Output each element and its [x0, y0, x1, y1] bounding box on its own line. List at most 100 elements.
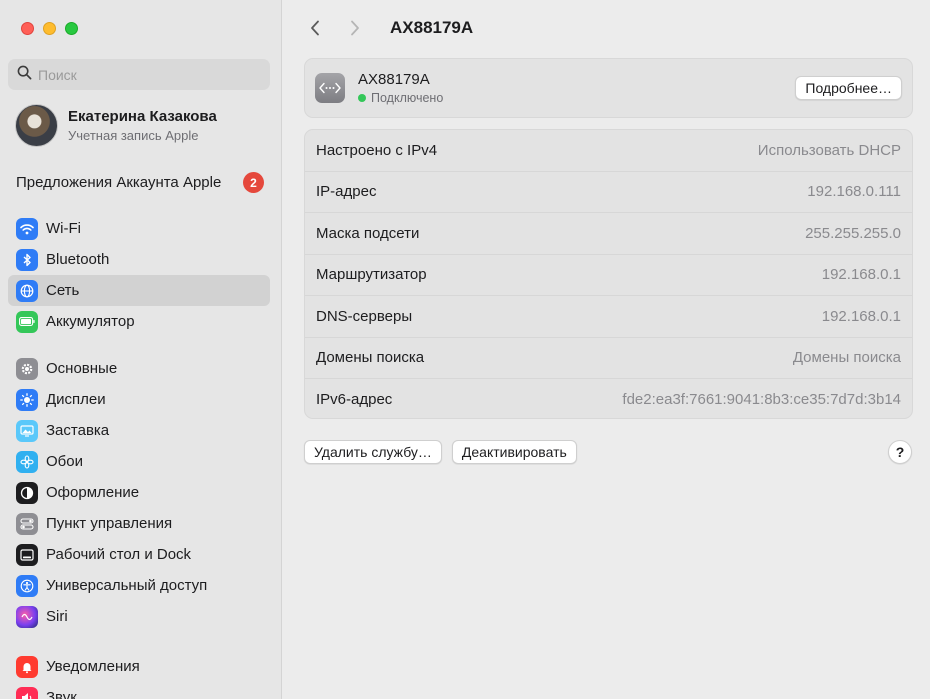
account-row[interactable]: Екатерина Казакова Учетная запись Apple	[15, 104, 217, 147]
sidebar-item-wifi[interactable]: Wi-Fi	[8, 213, 270, 244]
row-value: 192.168.0.1	[821, 266, 901, 284]
sidebar-item-label: Siri	[46, 608, 68, 625]
sidebar-item-notifications[interactable]: Уведомления	[8, 651, 270, 682]
sidebar-item-label: Универсальный доступ	[46, 577, 208, 594]
sidebar-item-label: Звук	[46, 689, 77, 699]
close-window-button[interactable]	[21, 22, 34, 35]
minimize-window-button[interactable]	[43, 22, 56, 35]
info-row-router: Маршрутизатор 192.168.0.1	[305, 255, 912, 296]
flower-icon	[16, 450, 38, 473]
row-value: 192.168.0.1	[821, 307, 901, 325]
account-suggestions-label: Предложения Аккаунта Apple	[16, 174, 222, 191]
sidebar-item-displays[interactable]: Дисплеи	[8, 384, 270, 415]
service-actions: Удалить службу… Деактивировать	[304, 440, 577, 464]
row-value: fde2:ea3f:7661:9041:8b3:ce35:7d7d:3b14	[622, 391, 901, 409]
main-pane: AX88179A AX88179A Подключено Подробнее… …	[282, 0, 930, 699]
window-controls	[21, 22, 78, 35]
search-input[interactable]	[38, 66, 258, 83]
sidebar-group-system: Основные Дисплеи Заставка Обои Оформлени…	[8, 353, 270, 632]
notification-badge: 2	[243, 172, 264, 193]
status-label: Подключено	[371, 91, 444, 105]
sidebar-item-label: Основные	[46, 360, 118, 377]
sidebar: Екатерина Казакова Учетная запись Apple …	[0, 0, 282, 699]
row-label: Маршрутизатор	[316, 266, 427, 284]
wifi-icon	[16, 217, 38, 240]
sidebar-item-accessibility[interactable]: Универсальный доступ	[8, 570, 270, 601]
sidebar-item-label: Заставка	[46, 422, 110, 439]
row-label: DNS-серверы	[316, 307, 413, 325]
search-field[interactable]	[8, 59, 270, 90]
battery-icon	[16, 310, 38, 333]
sidebar-item-bluetooth[interactable]: Bluetooth	[8, 244, 270, 275]
row-label: Домены поиска	[316, 349, 425, 367]
sidebar-item-label: Bluetooth	[46, 251, 110, 268]
sidebar-item-wallpaper[interactable]: Обои	[8, 446, 270, 477]
sidebar-item-battery[interactable]: Аккумулятор	[8, 306, 270, 337]
info-row-ipv4-config: Настроено с IPv4 Использовать DHCP	[305, 130, 912, 172]
sidebar-item-label: Рабочий стол и Dock	[46, 546, 192, 563]
sun-icon	[16, 388, 38, 411]
page-title: AX88179A	[390, 18, 474, 37]
row-label: Маска подсети	[316, 224, 420, 242]
service-name: AX88179A	[358, 71, 430, 88]
ethernet-icon	[315, 73, 345, 103]
sidebar-item-label: Аккумулятор	[46, 313, 135, 330]
dock-icon	[16, 543, 38, 566]
chevron-right-icon	[351, 20, 359, 36]
sidebar-item-screensaver[interactable]: Заставка	[8, 415, 270, 446]
sidebar-item-desktop-dock[interactable]: Рабочий стол и Dock	[8, 539, 270, 570]
search-icon	[17, 65, 32, 85]
sidebar-item-label: Сеть	[46, 282, 80, 299]
info-row-search-domains: Домены поиска Домены поиска	[305, 338, 912, 379]
account-subtitle: Учетная запись Apple	[68, 128, 199, 143]
forward-button[interactable]	[344, 14, 366, 42]
siri-icon	[16, 605, 38, 628]
sidebar-item-general[interactable]: Основные	[8, 353, 270, 384]
sidebar-item-label: Оформление	[46, 484, 140, 501]
speaker-icon	[16, 686, 38, 699]
sidebar-item-network[interactable]: Сеть	[8, 275, 270, 306]
accessibility-icon	[16, 574, 38, 597]
gear-icon	[16, 357, 38, 380]
sidebar-group-network: Wi-Fi Bluetooth Сеть Аккумулятор	[8, 213, 270, 337]
info-row-subnet-mask: Маска подсети 255.255.255.0	[305, 213, 912, 255]
row-value: 255.255.255.0	[805, 224, 901, 242]
row-label: Настроено с IPv4	[316, 141, 438, 159]
sidebar-item-label: Обои	[46, 453, 83, 470]
screensaver-icon	[16, 419, 38, 442]
info-row-ipv6-address: IPv6-адрес fde2:ea3f:7661:9041:8b3:ce35:…	[305, 379, 912, 421]
sidebar-group-notifications: Уведомления Звук	[8, 651, 270, 699]
network-info-table: Настроено с IPv4 Использовать DHCP IP-ад…	[304, 129, 913, 419]
connection-status: Подключено	[358, 91, 443, 105]
row-value: Домены поиска	[792, 349, 901, 367]
chevron-left-icon	[311, 20, 319, 36]
details-button[interactable]: Подробнее…	[795, 76, 902, 100]
sidebar-item-label: Wi-Fi	[46, 220, 81, 237]
bluetooth-icon	[16, 248, 38, 271]
row-label: IPv6-адрес	[316, 391, 393, 409]
account-suggestions[interactable]: Предложения Аккаунта Apple 2	[16, 172, 264, 193]
sidebar-item-label: Уведомления	[46, 658, 140, 675]
toolbar: AX88179A	[304, 14, 473, 42]
back-button[interactable]	[304, 14, 326, 42]
account-name: Екатерина Казакова	[68, 108, 217, 125]
sidebar-item-siri[interactable]: Siri	[8, 601, 270, 632]
appearance-icon	[16, 481, 38, 504]
sidebar-item-control-center[interactable]: Пункт управления	[8, 508, 270, 539]
help-button[interactable]: ?	[888, 440, 912, 464]
avatar	[15, 104, 58, 147]
info-row-ip-address: IP-адрес 192.168.0.111	[305, 172, 912, 213]
deactivate-button[interactable]: Деактивировать	[451, 440, 577, 464]
delete-service-button[interactable]: Удалить службу…	[304, 440, 442, 464]
sidebar-item-appearance[interactable]: Оформление	[8, 477, 270, 508]
status-dot-icon	[358, 94, 366, 102]
globe-icon	[16, 279, 38, 302]
settings-window: Екатерина Казакова Учетная запись Apple …	[0, 0, 930, 699]
service-header: AX88179A Подключено Подробнее…	[304, 58, 913, 118]
control-center-icon	[16, 512, 38, 535]
row-label: IP-адрес	[316, 183, 377, 201]
row-value: Использовать DHCP	[757, 141, 901, 159]
sidebar-item-sound[interactable]: Звук	[8, 682, 270, 699]
zoom-window-button[interactable]	[65, 22, 78, 35]
sidebar-item-label: Пункт управления	[46, 515, 173, 532]
